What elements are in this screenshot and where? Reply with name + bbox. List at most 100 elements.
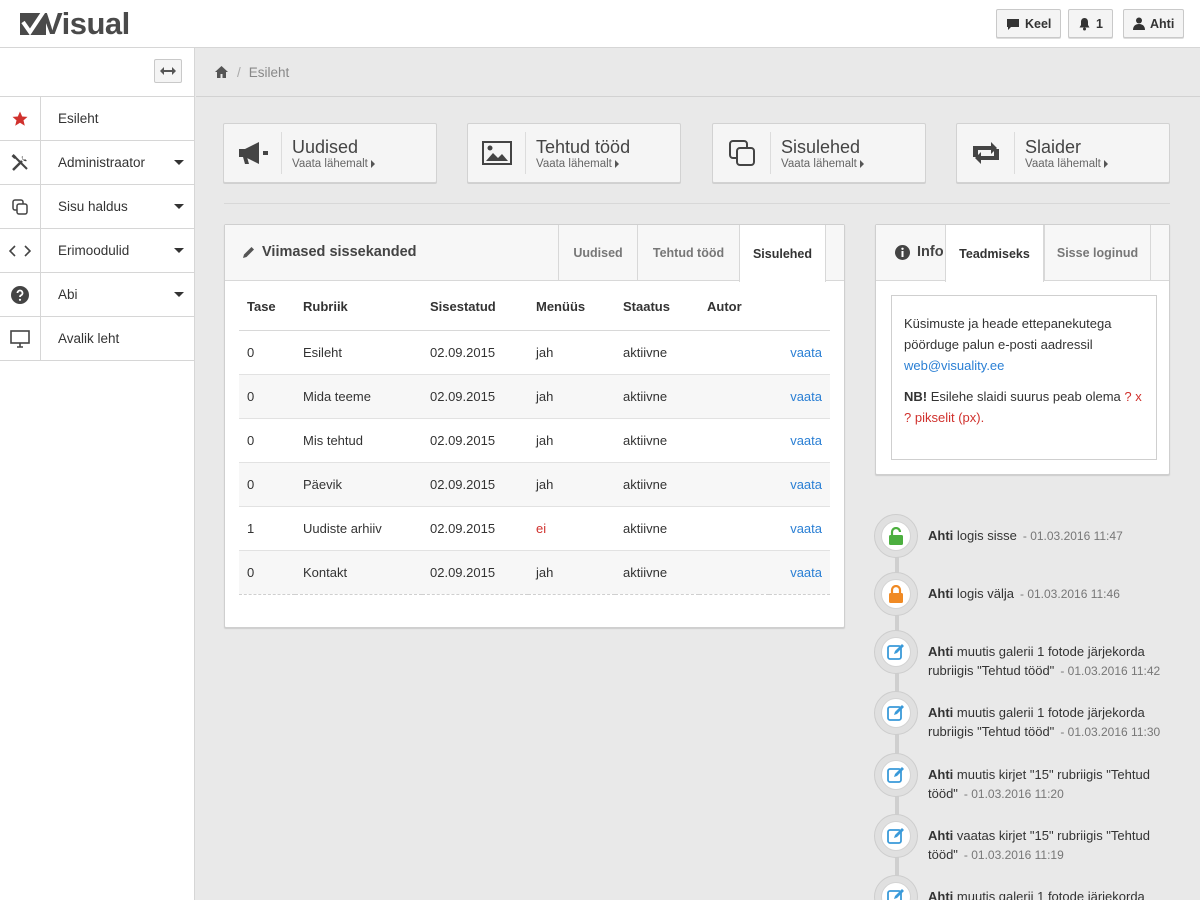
tile-uudised[interactable]: Uudised Vaata lähemalt — [223, 123, 437, 183]
info-icon — [895, 244, 910, 260]
tab-teadmiseks[interactable]: Teadmiseks — [945, 225, 1044, 282]
view-link[interactable]: vaata — [769, 418, 830, 463]
sidebar-item-administraator[interactable]: Administraator — [0, 141, 194, 185]
timeline-icon-circle — [874, 572, 918, 616]
question-icon — [0, 273, 41, 316]
cell-in-menu: ei — [528, 506, 615, 551]
timeline-text: Ahti vaatas kirjet "15" rubriigis "Tehtu… — [928, 826, 1190, 865]
cell-level: 1 — [239, 506, 295, 551]
user-menu-button[interactable]: Ahti — [1123, 9, 1185, 38]
copy-icon — [713, 132, 771, 174]
cell-section: Mida teeme — [295, 374, 422, 419]
edit-icon — [881, 821, 911, 851]
logo[interactable]: Visual — [20, 8, 130, 40]
tab-sisulehed[interactable]: Sisulehed — [739, 225, 826, 282]
timeline-icon-circle — [874, 814, 918, 858]
tile-tehtud-tood[interactable]: Tehtud tööd Vaata lähemalt — [467, 123, 681, 183]
timeline-action: muutis galerii 1 fotode järjekorda — [956, 889, 1145, 900]
nb-text: Esilehe slaidi suurus peab olema — [930, 389, 1121, 404]
edit-icon — [881, 760, 911, 790]
caret-right-icon — [859, 160, 864, 168]
sidebar-item-avalik-leht[interactable]: Avalik leht — [0, 317, 194, 361]
timeline-time: - 01.03.2016 11:30 — [1060, 725, 1161, 739]
cell-date: 02.09.2015 — [422, 462, 528, 507]
view-link[interactable]: vaata — [769, 550, 830, 595]
tile-title: Slaider — [1025, 137, 1082, 157]
sidebar-collapse-row — [0, 48, 194, 97]
notifications-button[interactable]: 1 — [1068, 9, 1113, 38]
sidebar-item-abi[interactable]: Abi — [0, 273, 194, 317]
panel-title: Viimased sissekanded — [243, 244, 417, 260]
sidebar-item-label: Abi — [58, 287, 78, 302]
chevron-down-icon — [174, 160, 184, 165]
timeline-action: logis sisse — [956, 528, 1017, 543]
sidebar-item-sisu-haldus[interactable]: Sisu haldus — [0, 185, 194, 229]
home-icon[interactable] — [215, 66, 228, 78]
chevron-down-icon — [174, 292, 184, 297]
cell-in-menu: jah — [528, 462, 615, 507]
cell-status: aktiivne — [615, 550, 699, 595]
column-header: Staatus — [615, 299, 699, 331]
timeline-icon-circle — [874, 630, 918, 674]
tile-sisulehed[interactable]: Sisulehed Vaata lähemalt — [712, 123, 926, 183]
view-link[interactable]: vaata — [769, 374, 830, 419]
sidebar-toggle-button[interactable] — [154, 59, 182, 83]
timeline-user: Ahti — [928, 705, 954, 720]
cell-author — [699, 418, 769, 463]
cell-date: 02.09.2015 — [422, 550, 528, 595]
email-link[interactable]: web@visuality.ee — [904, 358, 1004, 373]
sidebar-item-erimoodulid[interactable]: Erimoodulid — [0, 229, 194, 273]
caret-right-icon — [370, 160, 375, 168]
retweet-icon — [957, 132, 1015, 174]
tab-tehtud-tood[interactable]: Tehtud tööd — [637, 225, 739, 281]
code-icon — [0, 229, 41, 272]
caret-right-icon — [614, 160, 619, 168]
table-row: 0 Esileht 02.09.2015 jah aktiivne vaata — [239, 330, 830, 375]
arrows-horizontal-icon — [160, 67, 176, 75]
timeline-user: Ahti — [928, 644, 954, 659]
tile-link[interactable]: Vaata lähemalt — [292, 158, 375, 170]
tile-link[interactable]: Vaata lähemalt — [781, 158, 864, 170]
cell-date: 02.09.2015 — [422, 330, 528, 375]
breadcrumb: / Esileht — [196, 48, 1200, 97]
view-link[interactable]: vaata — [769, 330, 830, 375]
edit-icon — [881, 882, 911, 900]
tile-link[interactable]: Vaata lähemalt — [1025, 158, 1108, 170]
column-header-actions — [769, 299, 830, 331]
sidebar-item-label: Avalik leht — [58, 331, 120, 346]
table-row: 0 Päevik 02.09.2015 jah aktiivne vaata — [239, 462, 830, 507]
cell-author — [699, 462, 769, 507]
view-link[interactable]: vaata — [769, 506, 830, 551]
table-row: 1 Uudiste arhiiv 02.09.2015 ei aktiivne vaata — [239, 506, 830, 551]
cell-in-menu: jah — [528, 418, 615, 463]
content-divider — [224, 203, 1170, 204]
view-link[interactable]: vaata — [769, 462, 830, 507]
timeline-text: Ahti muutis galerii 1 fotode järjekorda … — [928, 642, 1190, 681]
cell-author — [699, 330, 769, 375]
sidebar-item-label: Administraator — [58, 155, 146, 170]
timeline-action: logis välja — [956, 586, 1014, 601]
timeline-user: Ahti — [928, 528, 954, 543]
panel-header: Viimased sissekanded Uudised Tehtud tööd… — [225, 225, 844, 282]
cell-level: 0 — [239, 374, 295, 419]
column-header: Rubriik — [295, 299, 422, 331]
cell-level: 0 — [239, 418, 295, 463]
tile-link[interactable]: Vaata lähemalt — [536, 158, 630, 170]
sidebar-item-esileht[interactable]: Esileht — [0, 97, 194, 141]
table-row: 0 Kontakt 02.09.2015 jah aktiivne vaata — [239, 550, 830, 595]
timeline-text: Ahti muutis galerii 1 fotode järjekorda … — [928, 703, 1190, 742]
cell-status: aktiivne — [615, 374, 699, 419]
chevron-down-icon — [174, 248, 184, 253]
sidebar-item-label: Esileht — [58, 111, 99, 126]
info-panel: Info Teadmiseks Sisse loginud Küsimuste … — [875, 224, 1170, 475]
language-button[interactable]: Keel — [996, 9, 1062, 38]
panel-title: Info — [895, 244, 944, 260]
tab-uudised[interactable]: Uudised — [558, 225, 637, 281]
tile-slaider[interactable]: Slaider Vaata lähemalt — [956, 123, 1170, 183]
cell-date: 02.09.2015 — [422, 506, 528, 551]
language-label: Keel — [1025, 16, 1052, 31]
timeline-text: Ahti muutis kirjet "15" rubriigis "Tehtu… — [928, 765, 1190, 804]
logo-text: Visual — [42, 6, 130, 41]
table-header-row: Tase Rubriik Sisestatud Menüüs Staatus A… — [239, 299, 830, 331]
tab-sisse-loginud[interactable]: Sisse loginud — [1044, 225, 1151, 281]
